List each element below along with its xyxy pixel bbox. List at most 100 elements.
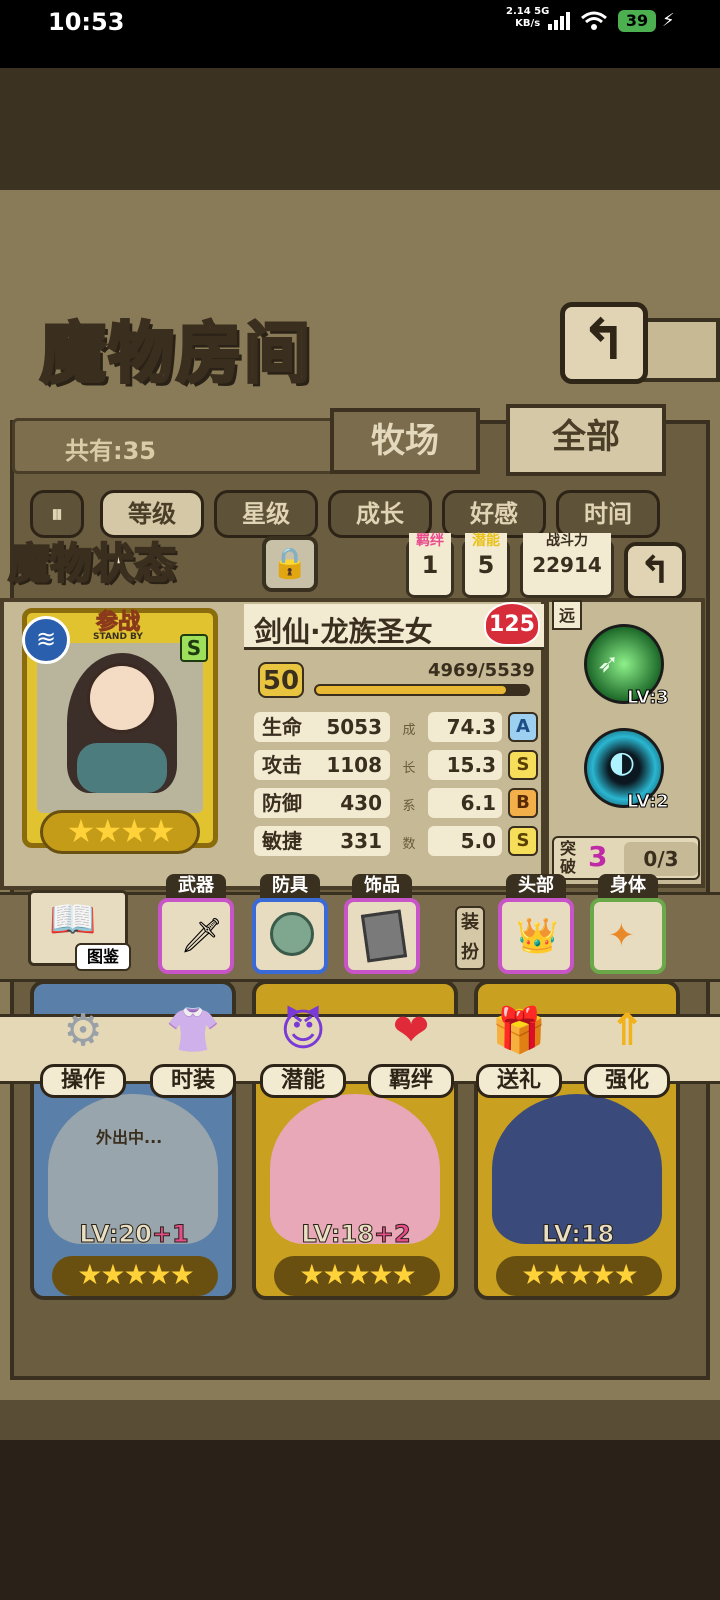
slot-label-body: 身体 [598,874,658,898]
tab-ranch-label: 牧场 [371,421,439,461]
weapon-slot[interactable]: 🗡 [158,898,234,974]
skill-level: LV:2 [627,791,670,813]
monster-status-title: 魔物状态 [7,538,177,589]
back-button[interactable]: ↰ [560,302,648,384]
enhance-label: 强化 [584,1064,670,1098]
dress-label: 装扮 [455,906,485,970]
growth-rank: B [508,788,538,818]
total-count-bar: 共有:35 [12,418,372,474]
bond-button[interactable]: ❤ 羁绊 [368,1000,454,1098]
stat-row-attack: 攻击 1108 15.3 S [254,750,544,780]
back-strip [640,318,720,382]
slot-label-armor: 防具 [260,874,320,898]
portrait-scarf [77,743,167,793]
tab-ranch[interactable]: 牧场 [330,408,480,474]
growth-value: 6.1 [428,788,502,818]
skill-button-1[interactable]: ➶ LV:3 [584,624,669,709]
sparkle-icon: ✦ [608,916,635,954]
filter-growth[interactable]: 成长 [328,490,432,538]
battery-level: 39 [618,10,656,32]
lock-button[interactable]: 🔒 [262,536,318,592]
gift-label: 送礼 [476,1064,562,1098]
card-level-text: LV:18 [541,1220,615,1249]
filter-time[interactable]: 时间 [556,490,660,538]
card-level-text: LV:20 [79,1220,152,1249]
lock-icon: 🔒 [271,546,309,581]
card-stars: ★★★★★ [274,1256,440,1296]
tab-all[interactable]: 全部 [506,404,666,476]
card-level-text: LV:18 [301,1220,374,1249]
exp-bar [314,684,530,696]
grade-badge: S [180,634,208,662]
gear-icon: ⚙ [63,1005,103,1056]
growth-value: 74.3 [428,712,502,742]
armor-slot[interactable] [252,898,328,974]
portrait-face [87,663,157,733]
water-element-icon: ≋ [22,616,70,664]
affection-heart: 125 [484,602,540,646]
upgrade-arrow-icon: ⇑ [608,1005,646,1056]
growth-char: 系 [402,799,416,814]
signal-icon [548,12,570,30]
stat-row-defense: 防御 430 6.1 B [254,788,544,818]
outfit-label: 时装 [150,1064,236,1098]
page-title: 魔物房间 [39,314,312,394]
stat-value: 331 [340,829,382,853]
potential-box: 潜能 5 [462,533,510,598]
potential-label: 潜能 [465,533,507,549]
growth-rank: A [508,712,538,742]
net-speed-value: 2.14 [506,6,531,17]
bond-value: 1 [421,551,439,579]
clock: 10:53 [48,8,125,36]
filter-star[interactable]: 星级 [214,490,318,538]
card-level: LV:18+2 [256,1220,456,1249]
stat-value: 430 [340,791,382,815]
sword-icon: 🗡 [180,916,224,956]
bond-box: 羁绊 1 [406,533,454,598]
breakthrough-label: 突破 [560,839,577,876]
gift-button[interactable]: 🎁 送礼 [476,1000,562,1098]
pause-icon: ⏸ [51,500,63,528]
filter-affection[interactable]: 好感 [442,490,546,538]
range-badge: 远 [552,600,582,630]
codex-button[interactable]: 📖 图鉴 [28,890,131,971]
body-slot[interactable]: ✦ [590,898,666,974]
vortex-icon: ◐ [609,745,636,780]
head-slot[interactable]: 👑 [498,898,574,974]
bond-label: 羁绊 [409,533,451,549]
level-badge: 50 [258,662,304,698]
codex-label: 图鉴 [75,943,131,971]
skill-button-2[interactable]: ◐ LV:2 [584,728,669,813]
card-level-plus: +2 [373,1220,411,1249]
operate-button[interactable]: ⚙ 操作 [40,1000,126,1098]
stat-row-hp: 生命 5053 74.3 A [254,712,544,742]
crown-icon: 👑 [516,916,559,956]
power-value: 22914 [532,553,602,577]
outfit-button[interactable]: 👚 时装 [150,1000,236,1098]
growth-value: 15.3 [428,750,502,780]
growth-coefficient-label: 成 长 系 数 [402,712,416,864]
growth-char: 成 [402,723,416,738]
demon-icon: 😈 [280,1005,326,1056]
potential-value: 5 [477,551,495,579]
outfit-icon: 👚 [165,1005,221,1056]
net-unit: KB/s [515,18,541,29]
hearts-icon: ❤ [392,1005,430,1056]
breakthrough-progress: 0/3 [624,842,698,876]
return-arrow-icon: ↰ [639,548,671,592]
card-level-plus: +1 [151,1220,189,1249]
wifi-icon [581,11,607,30]
enhance-button[interactable]: ⇑ 强化 [584,1000,670,1098]
growth-rank: S [508,750,538,780]
close-status-button[interactable]: ↰ [624,542,686,600]
total-count: 共有:35 [65,437,156,465]
accessory-slot[interactable] [344,898,420,974]
charging-icon: ⚡ [662,10,675,31]
wind-slash-icon: ➶ [597,649,619,679]
top-background [0,68,720,198]
potential-button[interactable]: 😈 潜能 [260,1000,346,1098]
bond-action-label: 羁绊 [368,1064,454,1098]
card-level: LV:20+1 [34,1220,234,1249]
exp-bar-fill [316,686,507,694]
stat-row-agility: 敏捷 331 5.0 S [254,826,544,856]
